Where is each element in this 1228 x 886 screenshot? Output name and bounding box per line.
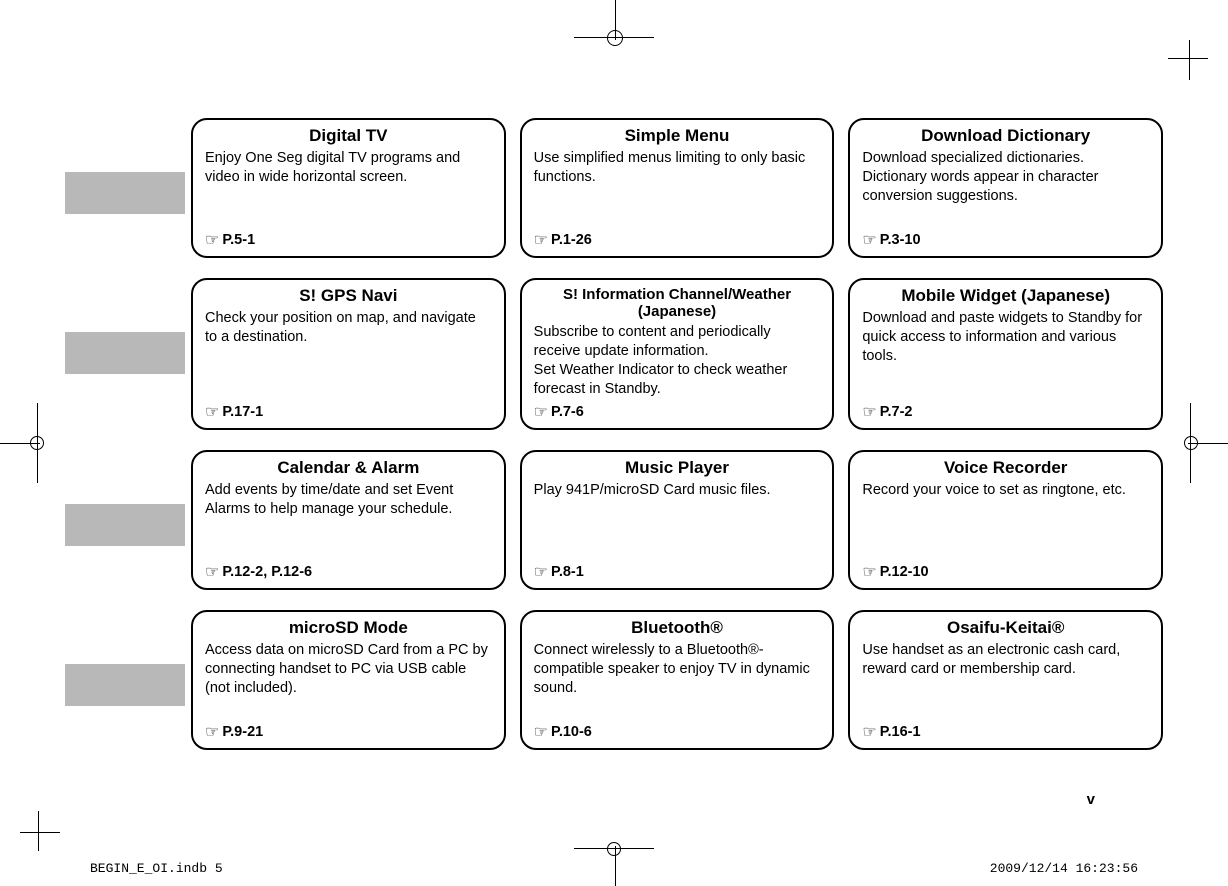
card-gps-navi: S! GPS Navi Check your position on map, … [191,278,506,430]
card-title: Bluetooth® [534,618,821,638]
card-desc: Access data on microSD Card from a PC by… [205,641,492,718]
card-ref: ☞P.9-21 [205,722,492,742]
card-ref: ☞P.5-1 [205,230,492,250]
card-mobile-widget: Mobile Widget (Japanese) Download and pa… [848,278,1163,430]
feature-row: Digital TV Enjoy One Seg digital TV prog… [65,118,1163,258]
card-bluetooth: Bluetooth® Connect wirelessly to a Bluet… [520,610,835,750]
card-microsd-mode: microSD Mode Access data on microSD Card… [191,610,506,750]
hand-icon: ☞ [534,562,548,582]
hand-icon: ☞ [205,722,219,742]
hand-icon: ☞ [205,402,219,422]
hand-icon: ☞ [534,722,548,742]
card-desc: Subscribe to content and periodically re… [534,323,821,398]
card-desc: Record your voice to set as ringtone, et… [862,481,1149,558]
card-title: Mobile Widget (Japanese) [862,286,1149,306]
feature-grid: Digital TV Enjoy One Seg digital TV prog… [65,118,1163,770]
card-voice-recorder: Voice Recorder Record your voice to set … [848,450,1163,590]
card-desc: Download specialized dictionaries. Dicti… [862,149,1149,226]
card-desc: Use simplified menus limiting to only ba… [534,149,821,226]
footer-right: 2009/12/14 16:23:56 [990,861,1138,876]
card-simple-menu: Simple Menu Use simplified menus limitin… [520,118,835,258]
footer-left: BEGIN_E_OI.indb 5 [90,861,223,876]
card-digital-tv: Digital TV Enjoy One Seg digital TV prog… [191,118,506,258]
hand-icon: ☞ [205,562,219,582]
hand-icon: ☞ [534,230,548,250]
card-title: Digital TV [205,126,492,146]
card-desc: Enjoy One Seg digital TV programs and vi… [205,149,492,226]
page-number: v [1087,791,1096,808]
card-ref: ☞P.7-2 [862,402,1149,422]
card-information-channel: S! Information Channel/Weather (Japanese… [520,278,835,430]
left-tab [65,172,185,214]
card-desc: Add events by time/date and set Event Al… [205,481,492,558]
feature-row: Calendar & Alarm Add events by time/date… [65,450,1163,590]
card-ref: ☞P.12-10 [862,562,1149,582]
card-osaifu-keitai: Osaifu-Keitai® Use handset as an electro… [848,610,1163,750]
card-title: S! Information Channel/Weather (Japanese… [534,286,821,320]
card-desc: Check your position on map, and navigate… [205,309,492,398]
left-tab [65,332,185,374]
card-title: microSD Mode [205,618,492,638]
card-ref: ☞P.8-1 [534,562,821,582]
card-desc: Connect wirelessly to a Bluetooth®-compa… [534,641,821,718]
hand-icon: ☞ [862,722,876,742]
card-title: S! GPS Navi [205,286,492,306]
card-ref: ☞P.17-1 [205,402,492,422]
card-ref: ☞P.12-2, P.12-6 [205,562,492,582]
card-title: Calendar & Alarm [205,458,492,478]
card-ref: ☞P.1-26 [534,230,821,250]
feature-row: microSD Mode Access data on microSD Card… [65,610,1163,750]
card-title: Voice Recorder [862,458,1149,478]
left-tab [65,504,185,546]
hand-icon: ☞ [862,562,876,582]
card-music-player: Music Player Play 941P/microSD Card musi… [520,450,835,590]
card-title: Osaifu-Keitai® [862,618,1149,638]
card-title: Download Dictionary [862,126,1149,146]
card-desc: Download and paste widgets to Standby fo… [862,309,1149,398]
hand-icon: ☞ [205,230,219,250]
card-calendar-alarm: Calendar & Alarm Add events by time/date… [191,450,506,590]
card-ref: ☞P.7-6 [534,402,821,422]
card-ref: ☞P.10-6 [534,722,821,742]
hand-icon: ☞ [534,402,548,422]
left-tab [65,664,185,706]
card-title: Music Player [534,458,821,478]
feature-row: S! GPS Navi Check your position on map, … [65,278,1163,430]
hand-icon: ☞ [862,230,876,250]
card-ref: ☞P.16-1 [862,722,1149,742]
card-desc: Use handset as an electronic cash card, … [862,641,1149,718]
card-download-dictionary: Download Dictionary Download specialized… [848,118,1163,258]
print-footer: BEGIN_E_OI.indb 5 2009/12/14 16:23:56 [90,861,1138,876]
card-ref: ☞P.3-10 [862,230,1149,250]
card-title: Simple Menu [534,126,821,146]
hand-icon: ☞ [862,402,876,422]
card-desc: Play 941P/microSD Card music files. [534,481,821,558]
